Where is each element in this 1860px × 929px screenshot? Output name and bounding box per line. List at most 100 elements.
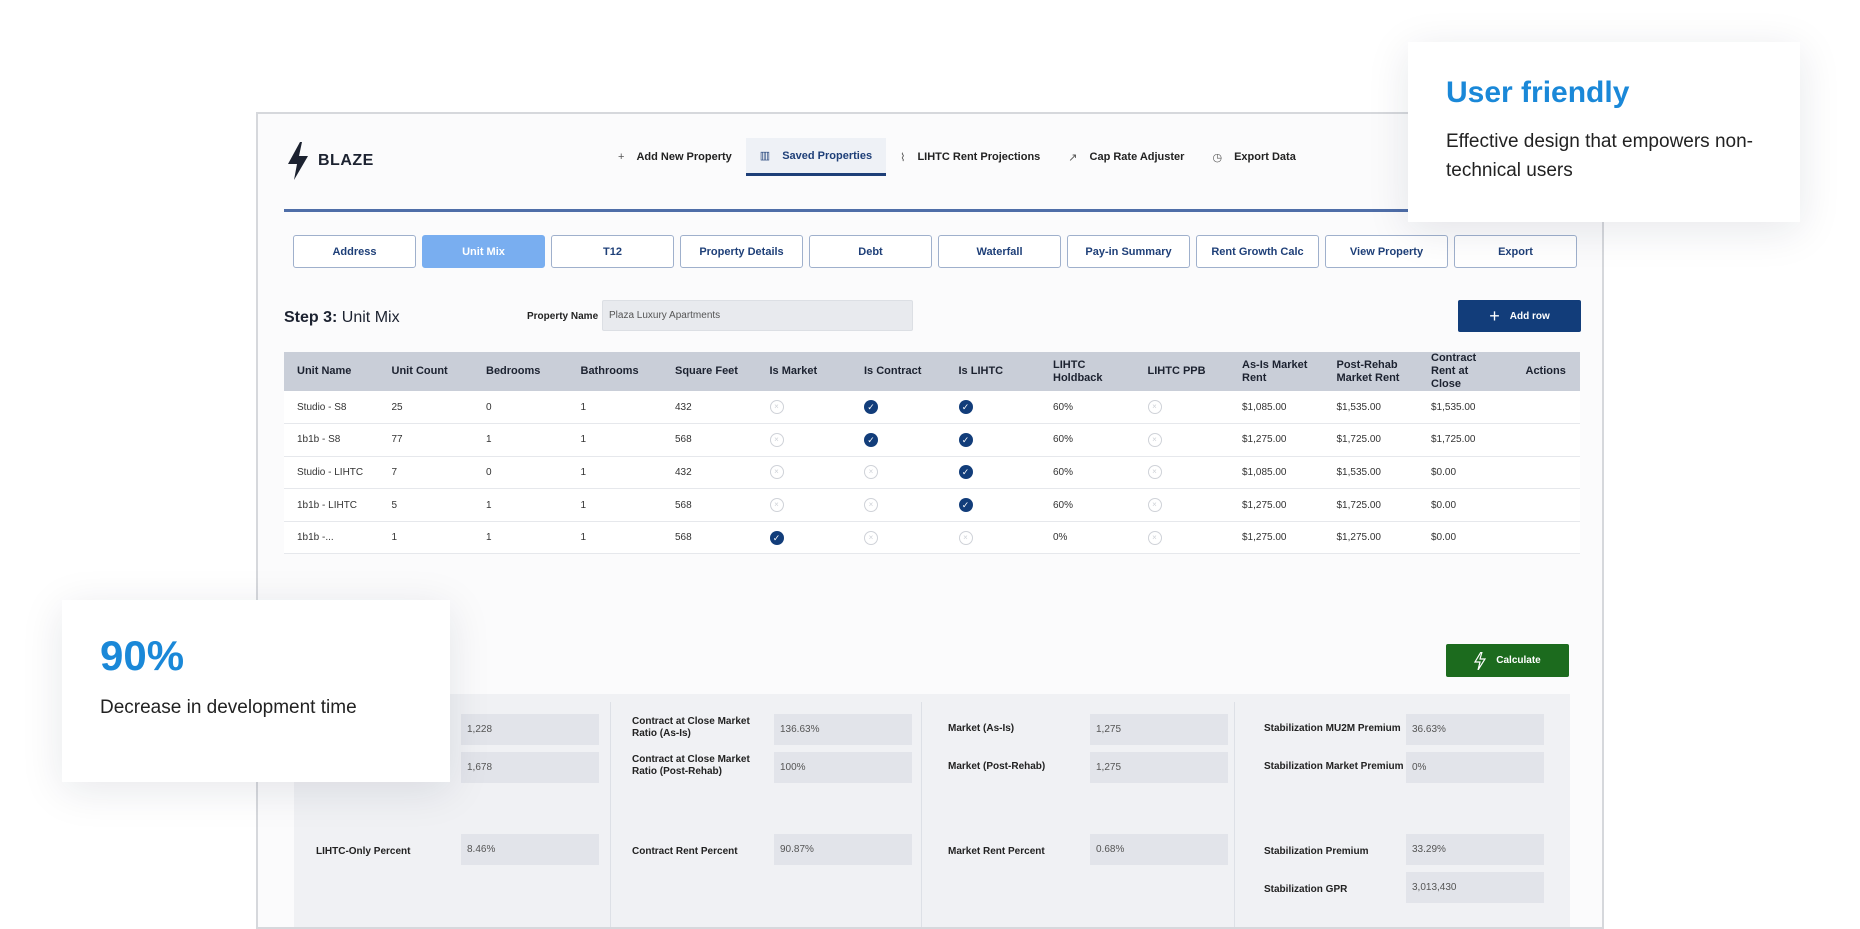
tab-property-details[interactable]: Property Details: [680, 235, 803, 268]
unchecked-circle-icon[interactable]: ×: [1147, 498, 1162, 513]
actions-cell[interactable]: [1512, 488, 1580, 522]
checked-circle-icon[interactable]: ✓: [864, 432, 878, 447]
tab-export[interactable]: Export: [1454, 235, 1577, 268]
column-header[interactable]: Contract Rent at Close: [1418, 352, 1513, 391]
unchecked-circle-icon[interactable]: ×: [769, 432, 784, 447]
table-cell: $1,275.00: [1323, 521, 1418, 555]
nav-item-add-new-property[interactable]: + Add New Property: [604, 138, 746, 176]
table-cell: $1,535.00: [1418, 391, 1513, 425]
tab-address[interactable]: Address: [293, 235, 416, 268]
unchecked-circle-icon[interactable]: ×: [864, 465, 878, 480]
table-cell: ✓: [945, 456, 1040, 490]
column-header[interactable]: Is Contract: [851, 352, 946, 391]
summary-value[interactable]: 0.68%: [1090, 834, 1228, 865]
table-cell: 1: [567, 423, 662, 457]
actions-cell[interactable]: [1512, 521, 1580, 555]
tab-unit-mix[interactable]: Unit Mix: [422, 235, 545, 268]
checked-circle-icon[interactable]: ✓: [958, 400, 973, 415]
column-header[interactable]: Actions: [1512, 352, 1580, 391]
table-row[interactable]: 1b1b - S8 77 1 1 568 × ✓ ✓ 60% × $1,275.00 $1,725.0…: [284, 423, 1580, 457]
tab-rent-growth-calc[interactable]: Rent Growth Calc: [1196, 235, 1319, 268]
trend-icon: ⌇: [900, 151, 906, 164]
nav-item-label: LIHTC Rent Projections: [917, 151, 1041, 163]
tab-pay-in-summary[interactable]: Pay-in Summary: [1067, 235, 1190, 268]
summary-value[interactable]: 1,228: [461, 714, 599, 745]
table-cell: 1: [567, 521, 662, 555]
nav-item-lihtc-rent-projections[interactable]: ⌇ LIHTC Rent Projections: [886, 138, 1054, 176]
checked-circle-icon[interactable]: ✓: [769, 530, 784, 545]
summary-value[interactable]: 136.63%: [774, 714, 912, 745]
property-name-input[interactable]: Plaza Luxury Apartments: [602, 300, 913, 331]
summary-value[interactable]: 100%: [774, 752, 912, 783]
calculate-button[interactable]: Calculate: [1446, 644, 1569, 677]
unchecked-circle-icon[interactable]: ×: [1147, 465, 1162, 480]
column-header[interactable]: Bathrooms: [567, 352, 662, 391]
column-header[interactable]: LIHTC Holdback: [1040, 352, 1135, 391]
column-header[interactable]: Is Market: [756, 352, 851, 391]
nav-item-export-data[interactable]: ◷ Export Data: [1198, 138, 1309, 176]
column-header[interactable]: Is LIHTC: [945, 352, 1040, 391]
column-header[interactable]: Post-Rehab Market Rent: [1323, 352, 1418, 391]
unchecked-circle-icon[interactable]: ×: [1147, 400, 1162, 415]
tab-t12[interactable]: T12: [551, 235, 674, 268]
unchecked-circle-icon[interactable]: ×: [864, 498, 878, 513]
nav-item-cap-rate-adjuster[interactable]: ↗ Cap Rate Adjuster: [1054, 138, 1198, 176]
summary-value[interactable]: 90.87%: [774, 834, 912, 865]
top-nav: + Add New Property ▥ Saved Properties ⌇ LIHTC…: [604, 138, 1310, 176]
column-header[interactable]: Square Feet: [662, 352, 757, 391]
table-cell: ×: [851, 521, 946, 555]
summary-value[interactable]: 8.46%: [461, 834, 599, 865]
actions-cell[interactable]: [1512, 423, 1580, 457]
logo[interactable]: BLAZE: [286, 142, 374, 180]
unchecked-circle-icon[interactable]: ×: [1147, 432, 1162, 447]
summary-value[interactable]: 36.63%: [1406, 714, 1544, 745]
tab-view-property[interactable]: View Property: [1325, 235, 1448, 268]
unchecked-circle-icon[interactable]: ×: [769, 465, 784, 480]
table-row[interactable]: 1b1b - LIHTC 5 1 1 568 × × ✓ 60% × $1,275.00 $1,725…: [284, 488, 1580, 522]
table-cell: 1b1b - LIHTC: [284, 488, 379, 522]
summary-value[interactable]: 33.29%: [1406, 834, 1544, 865]
table-cell: 1: [473, 423, 568, 457]
summary-value[interactable]: 0%: [1406, 752, 1544, 783]
table-row[interactable]: 1b1b -... 1 1 1 568 ✓ × × 0% × $1,275.00 $1,275.00 $…: [284, 521, 1580, 555]
actions-cell[interactable]: [1512, 456, 1580, 490]
tab-debt[interactable]: Debt: [809, 235, 932, 268]
checked-circle-icon[interactable]: ✓: [958, 432, 973, 447]
tab-waterfall[interactable]: Waterfall: [938, 235, 1061, 268]
table-cell: 0%: [1040, 521, 1135, 555]
table-row[interactable]: Studio - LIHTC 7 0 1 432 × × ✓ 60% × $1,085.00 $1,5…: [284, 456, 1580, 490]
step-tabs: Address Unit Mix T12 Property Details Debt Wa…: [293, 235, 1577, 268]
table-cell: 60%: [1040, 391, 1135, 425]
column-header[interactable]: Unit Count: [378, 352, 473, 391]
column-header[interactable]: Unit Name: [284, 352, 379, 391]
summary-value[interactable]: 1,275: [1090, 752, 1228, 783]
summary-value[interactable]: 1,678: [461, 752, 599, 783]
unchecked-circle-icon[interactable]: ×: [1147, 530, 1162, 545]
summary-value[interactable]: 1,275: [1090, 714, 1228, 745]
column-header[interactable]: Bedrooms: [473, 352, 568, 391]
app-header: BLAZE + Add New Property ▥ Saved Properties…: [284, 114, 1580, 212]
unchecked-circle-icon[interactable]: ×: [769, 400, 784, 415]
summary-label: Stabilization MU2M Premium: [1264, 723, 1401, 734]
add-row-button[interactable]: + Add row: [1458, 300, 1581, 332]
table-cell: $0.00: [1418, 456, 1513, 490]
table-cell: $1,725.00: [1418, 423, 1513, 457]
table-cell: ×: [756, 456, 851, 490]
table-cell: ✓: [851, 423, 946, 457]
table-cell: $1,725.00: [1323, 488, 1418, 522]
unchecked-circle-icon[interactable]: ×: [958, 530, 973, 545]
unchecked-circle-icon[interactable]: ×: [769, 498, 784, 513]
checked-circle-icon[interactable]: ✓: [958, 465, 973, 480]
summary-value[interactable]: 3,013,430: [1406, 872, 1544, 903]
unchecked-circle-icon[interactable]: ×: [864, 530, 878, 545]
brand-name: BLAZE: [318, 152, 374, 169]
checked-circle-icon[interactable]: ✓: [864, 400, 878, 415]
table-row[interactable]: Studio - S8 25 0 1 432 × ✓ ✓ 60% × $1,085.00 $1,535…: [284, 391, 1580, 425]
nav-item-saved-properties[interactable]: ▥ Saved Properties: [745, 138, 887, 176]
column-header[interactable]: LIHTC PPB: [1134, 352, 1229, 391]
checked-circle-icon[interactable]: ✓: [958, 498, 973, 513]
table-cell: $1,535.00: [1323, 456, 1418, 490]
actions-cell[interactable]: [1512, 391, 1580, 425]
table-cell: ×: [851, 488, 946, 522]
column-header[interactable]: As-Is Market Rent: [1229, 352, 1324, 391]
